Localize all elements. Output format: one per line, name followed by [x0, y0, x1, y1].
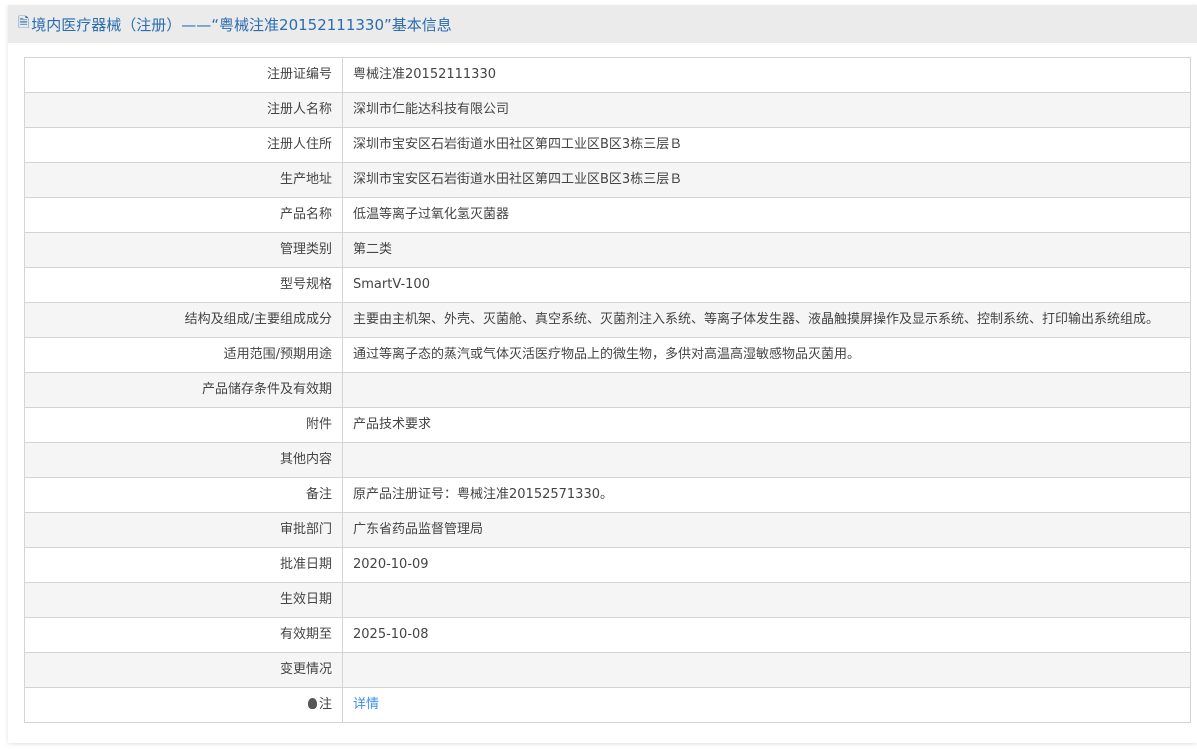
table-row: 产品储存条件及有效期 [24, 372, 1191, 408]
table-row: 生产地址 深圳市宝安区石岩街道水田社区第四工业区B区3栋三层Ｂ [24, 162, 1191, 198]
field-label: 产品名称 [24, 197, 343, 233]
field-label: 审批部门 [24, 512, 343, 548]
page-title: 境内医疗器械（注册）——“粤械注准20152111330”基本信息 [31, 15, 452, 34]
field-value: 深圳市宝安区石岩街道水田社区第四工业区B区3栋三层Ｂ [342, 127, 1191, 163]
field-value: 主要由主机架、外壳、灭菌舱、真空系统、灭菌剂注入系统、等离子体发生器、液晶触摸屏… [342, 302, 1191, 338]
field-value [342, 652, 1191, 688]
field-value: 第二类 [342, 232, 1191, 268]
table-row: 备注 原产品注册证号：粤械注准20152571330。 [24, 477, 1191, 513]
table-row: 适用范围/预期用途 通过等离子态的蒸汽或气体灭活医疗物品上的微生物，多供对高温高湿… [24, 337, 1191, 373]
field-value: 2020-10-09 [342, 547, 1191, 583]
details-link[interactable]: 详情 [353, 697, 379, 712]
panel-header: 🗎 境内医疗器械（注册）——“粤械注准20152111330”基本信息 [8, 5, 1197, 43]
field-value: 原产品注册证号：粤械注准20152571330。 [342, 477, 1191, 513]
field-label: 有效期至 [24, 617, 343, 653]
table-row: 有效期至 2025-10-08 [24, 617, 1191, 653]
table-row: 审批部门 广东省药品监督管理局 [24, 512, 1191, 548]
table-row: 注册人名称 深圳市仁能达科技有限公司 [24, 92, 1191, 128]
field-value: 2025-10-08 [342, 617, 1191, 653]
field-label: 结构及组成/主要组成成分 [24, 302, 343, 338]
table-row: 注册证编号 粤械注准20152111330 [24, 57, 1191, 93]
field-label: 附件 [24, 407, 343, 443]
table-row: 附件 产品技术要求 [24, 407, 1191, 443]
field-label: 管理类别 [24, 232, 343, 268]
field-label: 变更情况 [24, 652, 343, 688]
field-value [342, 442, 1191, 478]
note-label: 注 [318, 697, 332, 712]
field-value: 粤械注准20152111330 [342, 57, 1191, 93]
field-label: 生效日期 [24, 582, 343, 618]
table-row: 批准日期 2020-10-09 [24, 547, 1191, 583]
table-row: 产品名称 低温等离子过氧化氢灭菌器 [24, 197, 1191, 233]
table-row: 结构及组成/主要组成成分 主要由主机架、外壳、灭菌舱、真空系统、灭菌剂注入系统、等… [24, 302, 1191, 338]
field-label: 批准日期 [24, 547, 343, 583]
field-label: 生产地址 [24, 162, 343, 198]
table-row: 生效日期 [24, 582, 1191, 618]
table-row: 其他内容 [24, 442, 1191, 478]
info-panel: 🗎 境内医疗器械（注册）——“粤械注准20152111330”基本信息 注册证编… [8, 5, 1197, 743]
table-row: 型号规格 SmartV-100 [24, 267, 1191, 303]
note-label-cell: 注 [24, 687, 343, 723]
field-value: 通过等离子态的蒸汽或气体灭活医疗物品上的微生物，多供对高温高湿敏感物品灭菌用。 [342, 337, 1191, 373]
field-value: 深圳市宝安区石岩街道水田社区第四工业区B区3栋三层Ｂ [342, 162, 1191, 198]
document-icon: 🗎 [18, 15, 30, 31]
field-value: 低温等离子过氧化氢灭菌器 [342, 197, 1191, 233]
field-label: 注册人住所 [24, 127, 343, 163]
table-row: 管理类别 第二类 [24, 232, 1191, 268]
field-value: SmartV-100 [342, 267, 1191, 303]
field-value: 产品技术要求 [342, 407, 1191, 443]
field-label: 备注 [24, 477, 343, 513]
table-row: 变更情况 [24, 652, 1191, 688]
field-label: 适用范围/预期用途 [24, 337, 343, 373]
field-label: 注册人名称 [24, 92, 343, 128]
field-label: 其他内容 [24, 442, 343, 478]
field-value: 广东省药品监督管理局 [342, 512, 1191, 548]
field-label: 注册证编号 [24, 57, 343, 93]
note-row: 注 详情 [24, 687, 1191, 723]
field-value [342, 372, 1191, 408]
field-value [342, 582, 1191, 618]
note-value: 详情 [342, 687, 1191, 723]
field-value: 深圳市仁能达科技有限公司 [342, 92, 1191, 128]
field-label: 型号规格 [24, 267, 343, 303]
info-table: 注册证编号 粤械注准20152111330 注册人名称 深圳市仁能达科技有限公司 注册人… [24, 57, 1191, 723]
field-label: 产品储存条件及有效期 [24, 372, 343, 408]
lightbulb-icon [307, 698, 317, 709]
table-row: 注册人住所 深圳市宝安区石岩街道水田社区第四工业区B区3栋三层Ｂ [24, 127, 1191, 163]
